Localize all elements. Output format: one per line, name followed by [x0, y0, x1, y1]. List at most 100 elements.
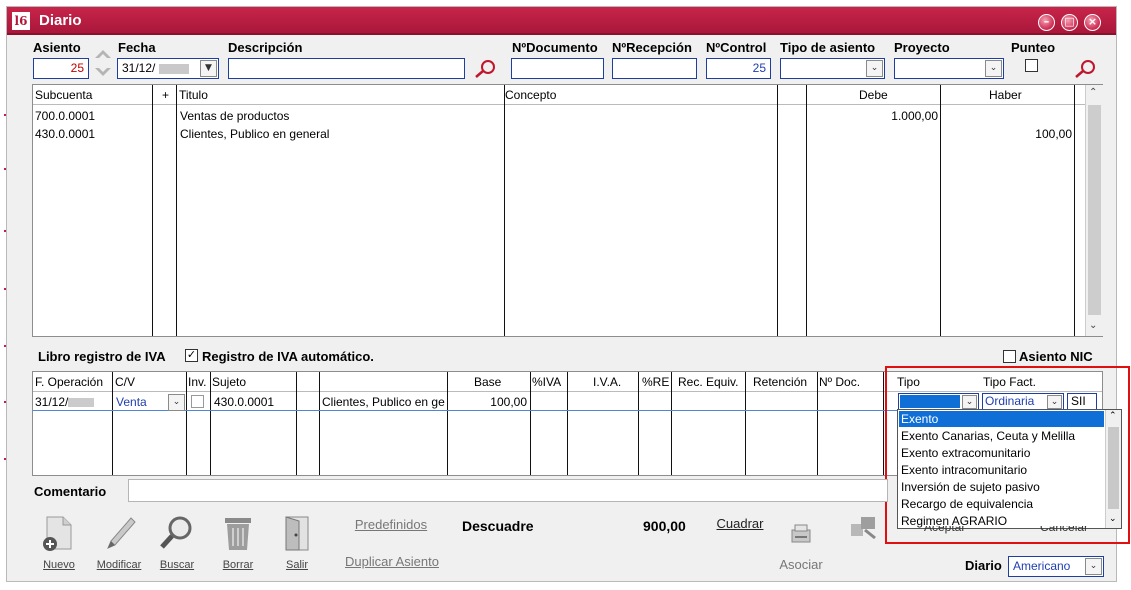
- comentario-label: Comentario: [34, 484, 107, 499]
- dropdown-option[interactable]: Inversión de sujeto pasivo: [901, 480, 1040, 494]
- dropdown-option[interactable]: Exento Canarias, Ceuta y Melilla: [901, 429, 1075, 443]
- iva-sujeto[interactable]: 430.0.0001: [214, 395, 274, 409]
- col-haber[interactable]: Haber: [989, 88, 1022, 102]
- n-control-input[interactable]: 25: [706, 58, 771, 79]
- scroll-up-icon[interactable]: ⌃: [1089, 87, 1097, 98]
- col-concepto[interactable]: Concepto: [505, 88, 556, 102]
- new-document-icon[interactable]: [41, 515, 75, 553]
- col-inv[interactable]: Inv.: [188, 375, 206, 389]
- salir-button[interactable]: Salir: [278, 559, 316, 571]
- col-retencion[interactable]: Retención: [753, 375, 807, 389]
- chevron-down-icon[interactable]: ⌄: [866, 60, 883, 77]
- col-base[interactable]: Base: [474, 375, 501, 389]
- descripcion-input[interactable]: [228, 58, 465, 79]
- col-sujeto[interactable]: Sujeto: [212, 375, 246, 389]
- entry-titulo[interactable]: Ventas de productos: [180, 109, 289, 123]
- scroll-up-icon[interactable]: ⌃: [1109, 411, 1117, 421]
- col-subcuenta[interactable]: Subcuenta: [35, 88, 92, 102]
- sii-field[interactable]: SII: [1067, 393, 1097, 410]
- trash-icon[interactable]: [221, 515, 255, 553]
- tipo-fact-value: Ordinaria: [985, 394, 1035, 408]
- comentario-input[interactable]: [128, 479, 888, 502]
- buscar-button[interactable]: Buscar: [155, 559, 199, 571]
- dropdown-option[interactable]: Recargo de equivalencia: [901, 497, 1033, 511]
- punteo-checkbox[interactable]: [1025, 59, 1038, 72]
- diario-value: Americano: [1013, 559, 1071, 573]
- col-piva[interactable]: %IVA: [532, 375, 561, 389]
- calculator-tools-icon[interactable]: [849, 514, 879, 540]
- entry-debe[interactable]: 1.000,00: [809, 109, 938, 123]
- fecha-input[interactable]: 31/12/ ▼: [117, 58, 219, 79]
- search-descripcion-icon[interactable]: [474, 58, 498, 80]
- dropdown-option[interactable]: Exento extracomunitario: [901, 446, 1030, 460]
- cancelar-button[interactable]: Cancelar: [1040, 526, 1096, 534]
- tipo-dropdown-list[interactable]: Exento Exento Canarias, Ceuta y Melilla …: [897, 409, 1122, 529]
- asiento-input[interactable]: 25: [33, 58, 89, 79]
- col-titulo[interactable]: Titulo: [179, 88, 208, 102]
- scroll-down-icon[interactable]: ⌄: [1089, 320, 1097, 331]
- printer-icon[interactable]: [790, 522, 812, 546]
- aceptar-button[interactable]: Aceptar: [924, 526, 984, 534]
- entries-grid[interactable]: Subcuenta + Titulo Concepto Debe Haber 7…: [32, 84, 1103, 337]
- fecha-dropdown-icon[interactable]: ▼: [200, 60, 217, 77]
- col-f-operacion[interactable]: F. Operación: [35, 375, 103, 389]
- cuadrar-button[interactable]: Cuadrar: [714, 516, 766, 531]
- col-plus[interactable]: +: [162, 88, 169, 102]
- proyecto-select[interactable]: ⌄: [894, 58, 1004, 79]
- iva-cv[interactable]: Venta: [116, 395, 147, 409]
- chevron-down-icon[interactable]: ⌄: [1047, 395, 1062, 409]
- borrar-button[interactable]: Borrar: [216, 559, 260, 571]
- iva-inv-checkbox[interactable]: [191, 395, 204, 408]
- entries-scrollbar[interactable]: ⌃ ⌄: [1085, 85, 1103, 336]
- asociar-button[interactable]: Asociar: [774, 557, 828, 572]
- title-bar[interactable]: l6 Diario – □ ×: [7, 7, 1116, 35]
- col-rec[interactable]: Rec. Equiv.: [678, 375, 738, 389]
- n-recepcion-input[interactable]: [612, 58, 697, 79]
- minimize-button[interactable]: –: [1038, 14, 1055, 31]
- magnifier-icon[interactable]: [159, 515, 195, 553]
- col-iva[interactable]: I.V.A.: [593, 375, 621, 389]
- duplicar-asiento-button[interactable]: Duplicar Asiento: [343, 554, 441, 569]
- pencil-icon[interactable]: [103, 515, 137, 553]
- tipo-select[interactable]: ⌄: [898, 393, 979, 410]
- iva-f-operacion[interactable]: 31/12/: [35, 395, 95, 409]
- dropdown-option[interactable]: Exento intracomunitario: [901, 463, 1027, 477]
- asiento-label: Asiento: [33, 40, 81, 55]
- tipo-fact-select[interactable]: Ordinaria ⌄: [982, 393, 1064, 410]
- diario-select[interactable]: Americano ⌄: [1008, 556, 1104, 577]
- entry-haber[interactable]: 100,00: [943, 127, 1072, 141]
- n-documento-input[interactable]: [511, 58, 604, 79]
- modificar-button[interactable]: Modificar: [93, 559, 145, 571]
- iva-auto-checkbox[interactable]: ✓: [185, 349, 198, 362]
- entry-subcuenta[interactable]: 430.0.0001: [35, 127, 95, 141]
- col-pre[interactable]: %RE: [642, 375, 669, 389]
- blurred-year: [158, 63, 189, 74]
- chevron-down-icon[interactable]: ⌄: [962, 395, 977, 409]
- scroll-down-icon[interactable]: ⌄: [1109, 514, 1117, 524]
- nuevo-button[interactable]: Nuevo: [36, 559, 82, 571]
- iva-base[interactable]: 100,00: [449, 395, 527, 409]
- search-proyecto-icon[interactable]: [1074, 58, 1098, 80]
- entry-subcuenta[interactable]: 700.0.0001: [35, 109, 95, 123]
- asiento-stepper-icon[interactable]: [92, 46, 114, 80]
- dropdown-scrollbar[interactable]: ⌃ ⌄: [1105, 410, 1121, 528]
- punteo-label: Punteo: [1011, 40, 1056, 55]
- exit-door-icon[interactable]: [282, 515, 312, 553]
- scrollbar-thumb[interactable]: [1088, 105, 1101, 315]
- predefinidos-button[interactable]: Predefinidos: [352, 517, 430, 532]
- col-debe[interactable]: Debe: [859, 88, 888, 102]
- close-button[interactable]: ×: [1084, 14, 1101, 31]
- cv-dropdown-icon[interactable]: ⌄: [168, 394, 185, 411]
- proyecto-label: Proyecto: [894, 40, 950, 55]
- col-cv[interactable]: C/V: [115, 375, 135, 389]
- asiento-nic-checkbox[interactable]: [1003, 350, 1016, 363]
- dropdown-option[interactable]: Exento: [901, 412, 938, 426]
- dropdown-scroll-thumb[interactable]: [1108, 427, 1119, 509]
- tipo-asiento-select[interactable]: ⌄: [780, 58, 885, 79]
- chevron-down-icon[interactable]: ⌄: [985, 60, 1002, 77]
- restore-button[interactable]: □: [1061, 14, 1078, 31]
- iva-nombre[interactable]: Clientes, Publico en ge: [322, 395, 446, 409]
- chevron-down-icon[interactable]: ⌄: [1085, 558, 1102, 575]
- col-n-doc[interactable]: Nº Doc.: [819, 375, 860, 389]
- entry-titulo[interactable]: Clientes, Publico en general: [180, 127, 329, 141]
